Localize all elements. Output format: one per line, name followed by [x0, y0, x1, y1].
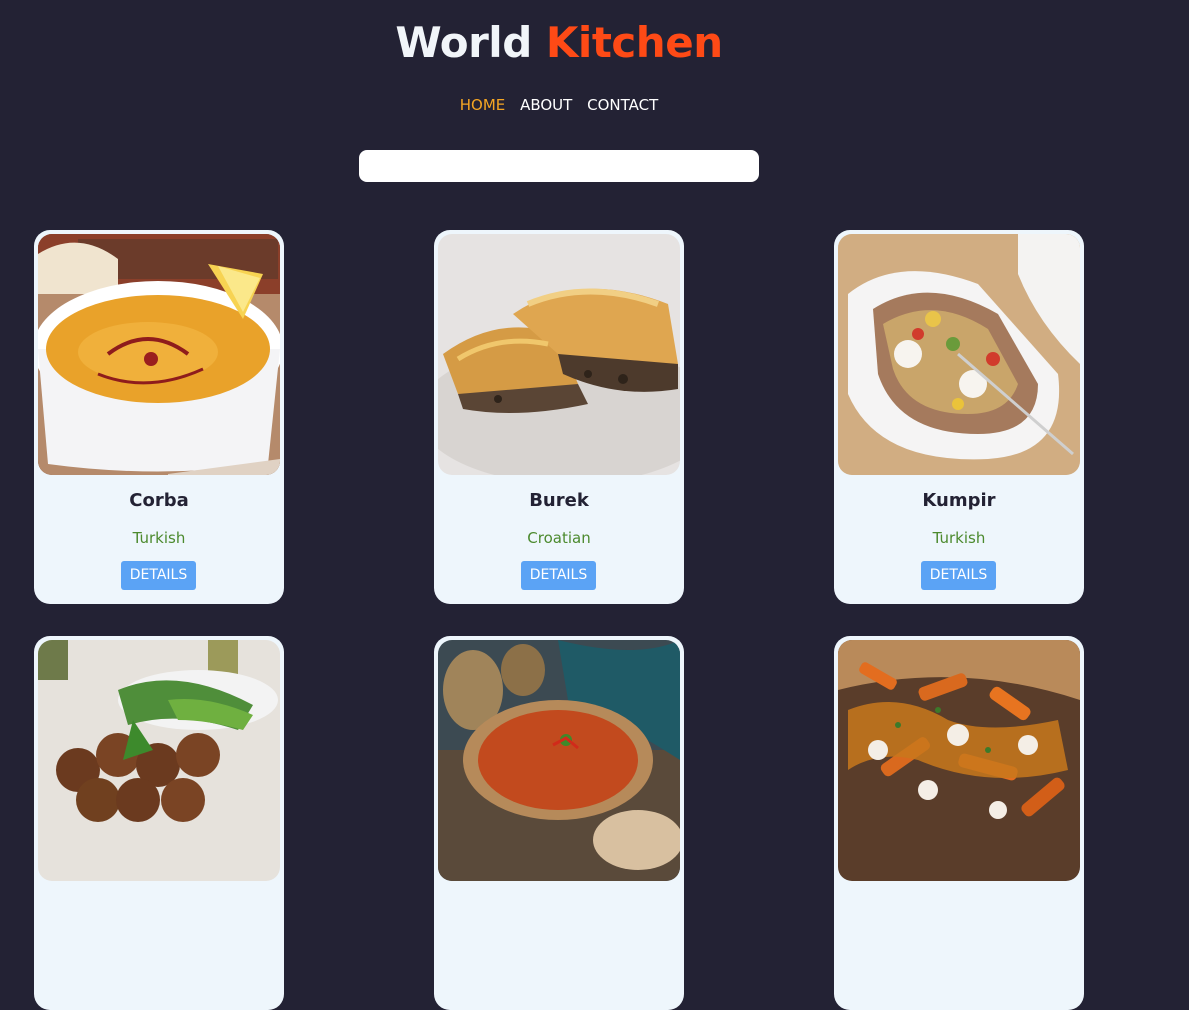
- recipe-card: Corba Turkish DETAILS: [34, 230, 284, 604]
- details-button[interactable]: DETAILS: [521, 561, 596, 590]
- recipe-name: Burek: [529, 490, 589, 511]
- nav-home[interactable]: HOME: [460, 96, 506, 114]
- soup-bowl-photo: [438, 640, 680, 881]
- falafel-photo: [38, 640, 280, 881]
- site-title: World Kitchen: [0, 18, 1118, 67]
- site-title-world: World: [395, 18, 532, 67]
- site-title-kitchen: Kitchen: [545, 18, 723, 67]
- main-nav: HOME ABOUT CONTACT: [0, 96, 1118, 114]
- recipe-card: Kumpir Turkish DETAILS: [834, 230, 1084, 604]
- search-input[interactable]: [359, 150, 759, 182]
- stuffed-potato-photo: [838, 234, 1080, 475]
- nav-contact[interactable]: CONTACT: [587, 96, 658, 114]
- burek-pastry-photo: [438, 234, 680, 475]
- recipe-origin: Croatian: [527, 529, 591, 547]
- recipe-name: Kumpir: [922, 490, 996, 511]
- recipe-card: [834, 636, 1084, 1010]
- recipe-card: [34, 636, 284, 1010]
- recipe-name: Corba: [129, 490, 189, 511]
- details-button[interactable]: DETAILS: [921, 561, 996, 590]
- recipe-origin: Turkish: [932, 529, 986, 547]
- recipe-card: Burek Croatian DETAILS: [434, 230, 684, 604]
- poutine-photo: [838, 640, 1080, 881]
- recipe-card: [434, 636, 684, 1010]
- nav-about[interactable]: ABOUT: [520, 96, 572, 114]
- details-button[interactable]: DETAILS: [121, 561, 196, 590]
- recipe-origin: Turkish: [132, 529, 186, 547]
- lentil-soup-photo: [38, 234, 280, 475]
